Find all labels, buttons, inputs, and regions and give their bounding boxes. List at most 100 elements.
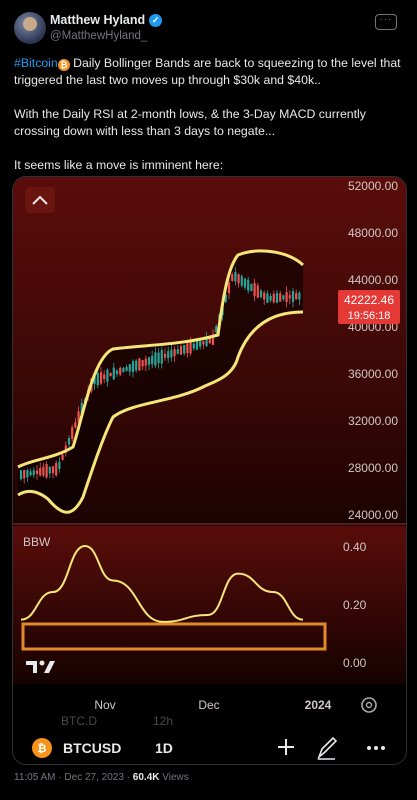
candle-body xyxy=(131,361,135,373)
candle-body xyxy=(125,366,128,371)
price-badge: 42222.46 19:56:18 xyxy=(338,290,400,324)
price-tick-label: 28000.00 xyxy=(348,461,398,475)
candle-body xyxy=(74,422,77,428)
candle-body xyxy=(138,358,141,371)
candle-body xyxy=(227,282,231,294)
price-label: 42222.46 xyxy=(344,293,394,307)
candle-body xyxy=(173,349,176,356)
candle-body xyxy=(157,352,160,364)
candle-body xyxy=(275,292,279,303)
candle-body xyxy=(112,367,115,380)
price-tick-label: 36000.00 xyxy=(348,367,398,381)
candle-body xyxy=(279,293,282,302)
candle-body xyxy=(189,340,192,354)
candle-body xyxy=(119,367,122,375)
candle-body xyxy=(202,341,205,345)
candle-body xyxy=(291,291,295,302)
tweet-text: #Bitcoin ₿ Daily Bollinger Bands are back… xyxy=(14,55,406,191)
candle-body xyxy=(272,293,275,303)
candle-body xyxy=(256,285,259,298)
bbw-tick-label: 0.40 xyxy=(343,540,367,554)
time-tick-label: Dec xyxy=(198,698,219,712)
candle-body xyxy=(45,464,48,478)
tweet-meta: 11:05 AM · Dec 27, 2023 · 60.4K Views xyxy=(14,772,189,783)
price-tick-label: 52000.00 xyxy=(348,179,398,193)
candle-body xyxy=(183,345,186,354)
tweet-header: Matthew Hyland ✓ @MatthewHyland_ ··· xyxy=(0,0,417,46)
candle-body xyxy=(179,346,183,355)
candle-body xyxy=(55,463,58,476)
symbol-label: BTCUSD xyxy=(63,740,121,756)
candle-body xyxy=(23,470,26,479)
price-tick-label: 44000.00 xyxy=(348,273,398,287)
candle-body xyxy=(266,293,269,303)
candle-body xyxy=(186,343,189,354)
candle-body xyxy=(199,341,202,347)
candle-body xyxy=(141,360,144,367)
view-count: 60.4K xyxy=(132,772,160,783)
author-handle[interactable]: @MatthewHyland_ xyxy=(50,30,147,42)
candle-body xyxy=(109,372,112,377)
chart-image[interactable]: 52000.00 48000.00 44000.00 40000.00 36000.00… xyxy=(12,176,407,765)
candle-body xyxy=(106,369,109,382)
candle-body xyxy=(253,283,256,296)
candle-body xyxy=(51,466,55,473)
views-label: Views xyxy=(162,772,189,783)
candle-body xyxy=(176,349,179,354)
collapse-button[interactable] xyxy=(25,187,55,213)
candle-body xyxy=(167,351,170,359)
candle-body xyxy=(298,292,301,300)
candle-body xyxy=(58,461,61,469)
candle-body xyxy=(122,367,125,373)
candle-body xyxy=(151,355,154,365)
candle-body xyxy=(231,274,234,281)
verified-icon: ✓ xyxy=(149,13,163,27)
tweet-date[interactable]: Dec 27, 2023 xyxy=(64,772,124,783)
tweet-time[interactable]: 11:05 AM xyxy=(14,772,56,783)
candle-body xyxy=(215,326,218,333)
candle-body xyxy=(99,372,103,384)
candle-body xyxy=(42,466,45,476)
candle-body xyxy=(144,358,147,366)
candle-body xyxy=(61,454,64,460)
candle-body xyxy=(160,350,163,364)
candle-body xyxy=(163,353,167,358)
countdown-label: 19:56:18 xyxy=(348,310,391,322)
candle-body xyxy=(67,437,71,445)
candle-body xyxy=(32,470,35,476)
bbw-tick-label: 0.00 xyxy=(343,656,367,670)
author-name-row[interactable]: Matthew Hyland ✓ xyxy=(50,13,163,27)
interval-label: 1D xyxy=(155,740,173,756)
candle-body xyxy=(192,343,195,349)
author-name[interactable]: Matthew Hyland xyxy=(50,13,145,27)
more-icon[interactable] xyxy=(367,746,385,750)
avatar[interactable] xyxy=(14,12,46,44)
candle-body xyxy=(259,290,263,298)
candle-body xyxy=(250,283,253,291)
candle-body xyxy=(26,470,29,478)
candle-body xyxy=(295,293,298,300)
candle-body xyxy=(35,470,39,474)
svg-text:₿: ₿ xyxy=(38,743,47,755)
candle-body xyxy=(247,279,250,291)
candle-body xyxy=(96,372,99,386)
chart-svg: 52000.0048000.0044000.0040000.0036000.00… xyxy=(13,177,406,764)
tweet-para2: With the Daily RSI at 2-month lows, & th… xyxy=(14,107,366,138)
candle-body xyxy=(237,274,240,284)
candle-body xyxy=(115,370,119,375)
hashtag-link[interactable]: #Bitcoin xyxy=(14,56,58,70)
candle-body xyxy=(243,278,247,288)
candle-body xyxy=(39,467,42,476)
candle-body xyxy=(71,427,74,440)
candle-body xyxy=(135,360,138,371)
candle-body xyxy=(29,471,32,476)
candle-body xyxy=(263,292,266,300)
more-options-icon[interactable]: ··· xyxy=(375,14,397,30)
candle-body xyxy=(240,276,243,286)
candle-body xyxy=(234,271,237,282)
price-tick-label: 32000.00 xyxy=(348,414,398,428)
candle-body xyxy=(269,295,272,301)
partial-label-btcd: BTC.D xyxy=(61,714,97,728)
candle-body xyxy=(195,340,199,350)
tweet-para3: It seems like a move is imminent here: xyxy=(14,158,224,172)
